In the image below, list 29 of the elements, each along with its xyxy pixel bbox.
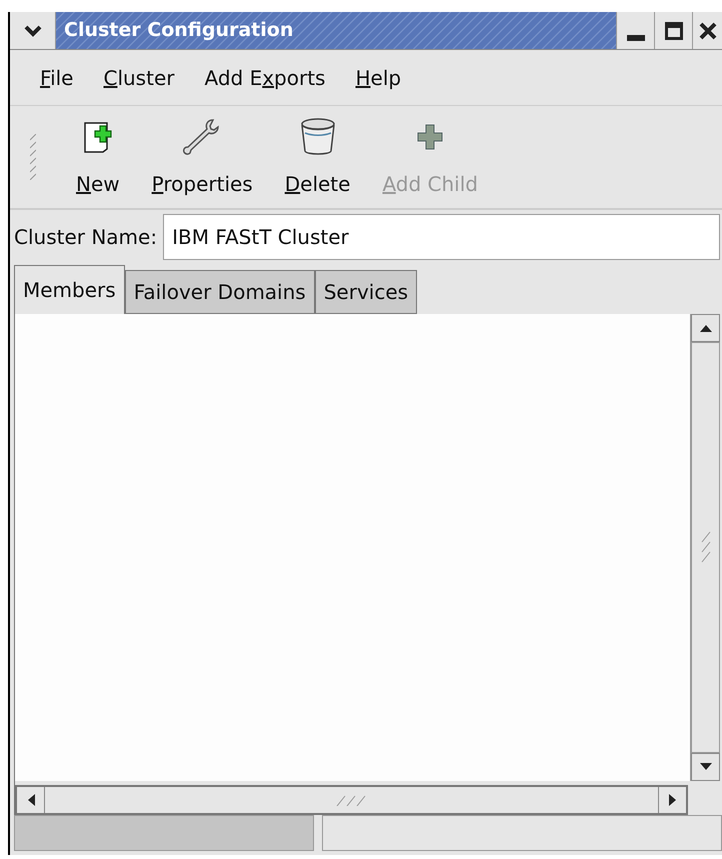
window-title: Cluster Configuration bbox=[64, 18, 294, 44]
toolbar-button[interactable]: Properties bbox=[138, 106, 267, 208]
trash-can-icon bbox=[298, 117, 337, 157]
up-arrow-icon bbox=[700, 324, 712, 332]
menu-item[interactable]: Help bbox=[347, 58, 410, 96]
cluster-name-label: Cluster Name: bbox=[14, 224, 158, 251]
plus-icon bbox=[416, 123, 444, 151]
tab[interactable]: Members bbox=[14, 265, 125, 314]
menu-item[interactable]: File bbox=[32, 58, 82, 96]
scroll-down-button[interactable] bbox=[691, 753, 720, 781]
grip-icon bbox=[334, 794, 368, 806]
new-document-icon bbox=[82, 121, 114, 153]
cluster-name-field[interactable]: IBM FAStT Cluster bbox=[163, 214, 720, 260]
toolbar-button[interactable]: New bbox=[62, 106, 134, 208]
down-arrow-icon bbox=[700, 763, 712, 771]
menu-item[interactable]: Cluster bbox=[95, 58, 182, 96]
tab[interactable]: Failover Domains bbox=[124, 270, 315, 314]
toolbar-grip-icon bbox=[30, 134, 36, 180]
scroll-up-button[interactable] bbox=[691, 314, 720, 342]
horizontal-scrollbar[interactable] bbox=[15, 785, 688, 815]
tab[interactable]: Services bbox=[314, 270, 418, 314]
right-arrow-icon bbox=[668, 794, 676, 806]
minimize-icon bbox=[626, 35, 644, 41]
toolbar-button[interactable]: Delete bbox=[270, 106, 364, 208]
close-icon bbox=[698, 22, 716, 40]
maximize-icon bbox=[664, 22, 682, 40]
left-arrow-icon bbox=[26, 794, 34, 806]
menu-item[interactable]: Add Exports bbox=[196, 58, 334, 96]
chevron-down-icon bbox=[24, 24, 42, 36]
